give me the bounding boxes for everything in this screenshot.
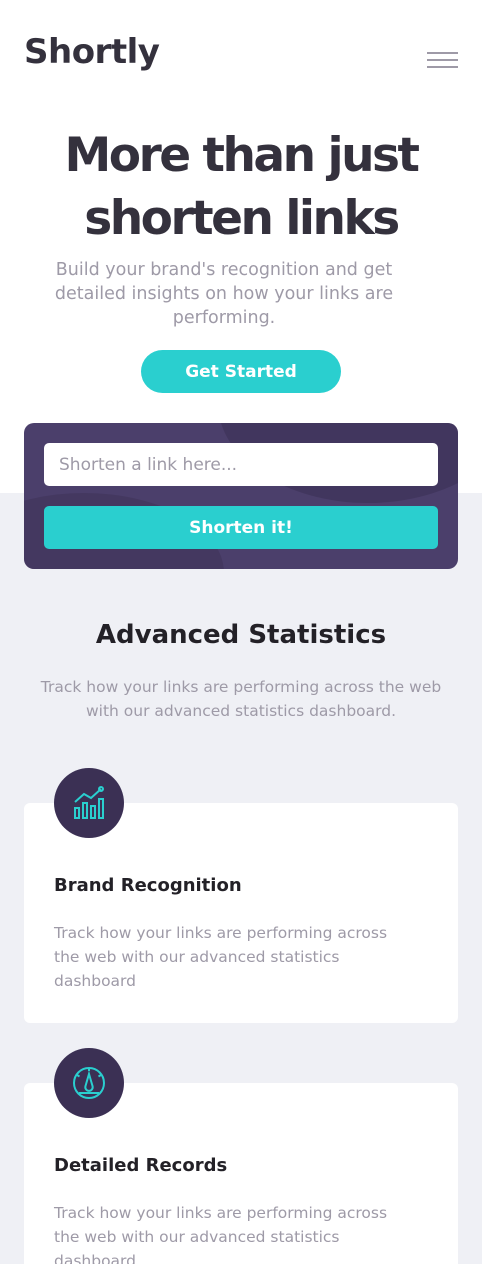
feature-card-brand-recognition: Brand Recognition Track how your links a… <box>24 768 458 1023</box>
shorten-button[interactable]: Shorten it! <box>44 506 438 549</box>
menu-bar <box>427 52 458 54</box>
get-started-button[interactable]: Get Started <box>141 350 341 393</box>
menu-bar <box>427 66 458 68</box>
gauge-icon <box>54 1048 124 1118</box>
site-header: Shortly <box>0 0 482 110</box>
feature-card-detailed-records: Detailed Records Track how your links ar… <box>24 1048 458 1264</box>
stats-title: Advanced Statistics <box>95 620 387 650</box>
hero-title-line2: shorten links <box>84 191 400 246</box>
hero-title: More than just shorten links <box>0 124 482 250</box>
card-text: Track how your links are performing acro… <box>54 1204 388 1264</box>
hero-title-line1: More than just <box>64 128 420 183</box>
logo[interactable]: Shortly <box>24 32 160 72</box>
card-title: Detailed Records <box>54 1155 228 1176</box>
card-title: Brand Recognition <box>54 875 242 896</box>
stats-subtitle: Track how your links are performing acro… <box>40 678 442 720</box>
shorten-form: Shorten it! <box>24 423 458 569</box>
card-text: Track how your links are performing acro… <box>54 924 388 990</box>
hero-subtitle: Build your brand's recognition and get d… <box>54 260 394 328</box>
menu-bar <box>427 59 458 61</box>
shorten-link-input[interactable] <box>44 443 438 486</box>
hamburger-menu-icon[interactable] <box>427 52 459 70</box>
bar-chart-icon <box>54 768 124 838</box>
